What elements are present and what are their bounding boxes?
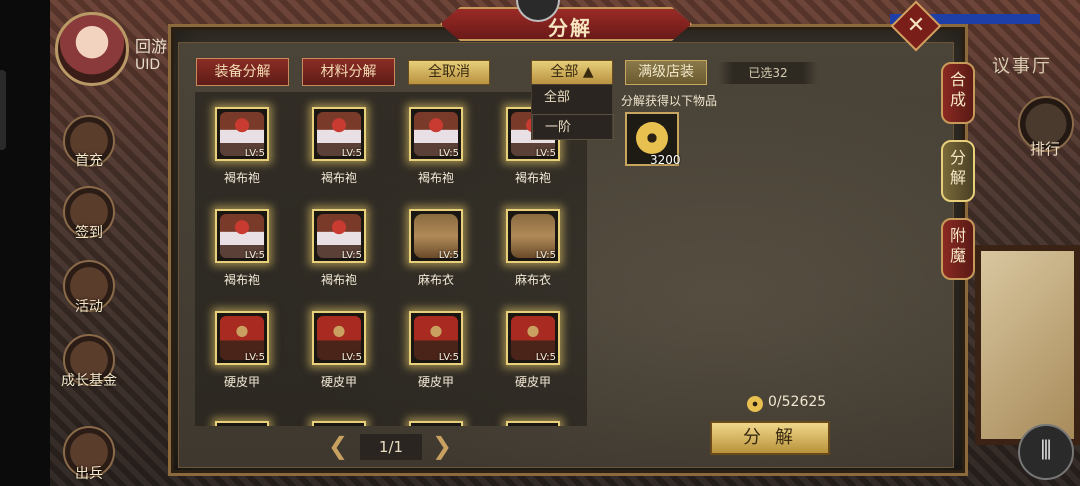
- troops-label: 出兵: [75, 466, 103, 482]
- item-slot[interactable]: LV:5: [312, 311, 366, 365]
- screen-edge: [0, 0, 50, 486]
- tab-decompose[interactable]: 分解: [941, 140, 975, 202]
- next-page-icon[interactable]: ❯: [432, 432, 452, 460]
- sign-in-label: 签到: [75, 225, 103, 241]
- item-name: 褐布袍: [320, 273, 357, 287]
- item-slot[interactable]: LV:5: [312, 107, 366, 161]
- item-cell[interactable]: LV:5 褐布袍: [195, 92, 289, 192]
- item-slot[interactable]: LV:5: [215, 311, 269, 365]
- item-cell[interactable]: LV:5 麻布衣: [389, 194, 483, 294]
- item-level: LV:5: [244, 352, 265, 363]
- item-cell[interactable]: LV:5 硬皮甲: [486, 296, 580, 396]
- equip-decompose-tab[interactable]: 装备分解: [196, 58, 289, 86]
- item-cell-partial[interactable]: [486, 406, 580, 426]
- item-slot[interactable]: LV:5: [215, 107, 269, 161]
- hall-title[interactable]: 议事厅: [992, 52, 1052, 78]
- item-cell[interactable]: LV:5 硬皮甲: [389, 296, 483, 396]
- item-cell-partial[interactable]: [195, 406, 289, 426]
- item-name: 麻布衣: [417, 273, 454, 287]
- item-slot[interactable]: LV:5: [215, 209, 269, 263]
- item-slot[interactable]: [215, 421, 269, 426]
- item-slot[interactable]: LV:5: [409, 107, 463, 161]
- growth-fund-label: 成长基金: [61, 373, 117, 389]
- item-slot[interactable]: LV:5: [506, 209, 560, 263]
- filter-option-all[interactable]: 全部: [532, 85, 614, 111]
- item-cell[interactable]: LV:5 褐布袍: [292, 194, 386, 294]
- item-level: LV:5: [341, 250, 362, 261]
- close-icon[interactable]: ✕: [898, 8, 934, 44]
- item-name: 褐布袍: [417, 171, 454, 185]
- item-name: 褐布袍: [223, 171, 260, 185]
- event-label: 活动: [75, 299, 103, 315]
- deselect-all-button[interactable]: 全取消: [408, 60, 490, 85]
- player-avatar[interactable]: [55, 12, 129, 86]
- item-name: 硬皮甲: [417, 375, 454, 389]
- item-level: LV:5: [535, 250, 556, 261]
- filter-dropdown: 全部 一阶: [531, 84, 614, 140]
- item-slot[interactable]: LV:5: [409, 209, 463, 263]
- item-name: 硬皮甲: [320, 375, 357, 389]
- item-cell-partial[interactable]: [389, 406, 483, 426]
- item-cell[interactable]: LV:5 硬皮甲: [195, 296, 289, 396]
- page-indicator: 1/1: [360, 434, 422, 460]
- filter-select[interactable]: 全部 ▲: [531, 60, 613, 85]
- selected-count: 已选32: [718, 62, 818, 84]
- item-level: LV:5: [535, 148, 556, 159]
- item-name: 硬皮甲: [514, 375, 551, 389]
- coin-total: 0/52625: [768, 394, 827, 410]
- item-level: LV:5: [438, 148, 459, 159]
- item-name: 褐布袍: [320, 171, 357, 185]
- tab-compose[interactable]: 合成: [941, 62, 975, 124]
- material-decompose-tab[interactable]: 材料分解: [302, 58, 395, 86]
- item-cell[interactable]: LV:5 褐布袍: [195, 194, 289, 294]
- item-grid[interactable]: LV:5 褐布袍 LV:5 褐布袍 LV:5 褐布袍 LV:5 褐布袍 LV:5 褐布袍 LV:5 褐…: [195, 92, 587, 426]
- menu-icon[interactable]: ⦀: [1018, 424, 1074, 480]
- item-level: LV:5: [244, 148, 265, 159]
- panel-title: 分解: [548, 16, 592, 40]
- reward-count: 3200: [650, 153, 681, 167]
- item-level: LV:5: [438, 352, 459, 363]
- first-charge-label: 首充: [75, 153, 103, 169]
- item-slot[interactable]: LV:5: [409, 311, 463, 365]
- wall-painting: [975, 245, 1080, 445]
- decompose-button[interactable]: 分解: [710, 421, 830, 455]
- player-uid: UID: [135, 57, 161, 73]
- item-slot[interactable]: [409, 421, 463, 426]
- item-level: LV:5: [438, 250, 459, 261]
- player-name: 回游: [135, 37, 168, 56]
- max-store-equip-button[interactable]: 满级店装: [625, 60, 707, 85]
- item-name: 褐布袍: [223, 273, 260, 287]
- edge-handle: [0, 70, 6, 150]
- prev-page-icon[interactable]: ❮: [328, 432, 348, 460]
- item-level: LV:5: [244, 250, 265, 261]
- item-level: LV:5: [341, 352, 362, 363]
- item-cell[interactable]: LV:5 硬皮甲: [292, 296, 386, 396]
- reward-title: 分解获得以下物品: [621, 94, 718, 108]
- item-cell[interactable]: LV:5 麻布衣: [486, 194, 580, 294]
- item-level: LV:5: [341, 148, 362, 159]
- item-slot[interactable]: [506, 421, 560, 426]
- coin-icon: [636, 122, 668, 154]
- item-cell[interactable]: LV:5 褐布袍: [389, 92, 483, 192]
- rank-label: 排行: [1030, 140, 1061, 158]
- coin-icon: [747, 396, 763, 412]
- item-slot[interactable]: LV:5: [312, 209, 366, 263]
- item-cell-partial[interactable]: [292, 406, 386, 426]
- item-name: 硬皮甲: [223, 375, 260, 389]
- item-name: 麻布衣: [514, 273, 551, 287]
- item-cell[interactable]: LV:5 褐布袍: [292, 92, 386, 192]
- item-level: LV:5: [535, 352, 556, 363]
- item-slot[interactable]: [312, 421, 366, 426]
- tab-enchant[interactable]: 附魔: [941, 218, 975, 280]
- item-name: 褐布袍: [514, 171, 551, 185]
- item-slot[interactable]: LV:5: [506, 311, 560, 365]
- filter-option-tier1[interactable]: 一阶: [532, 114, 614, 140]
